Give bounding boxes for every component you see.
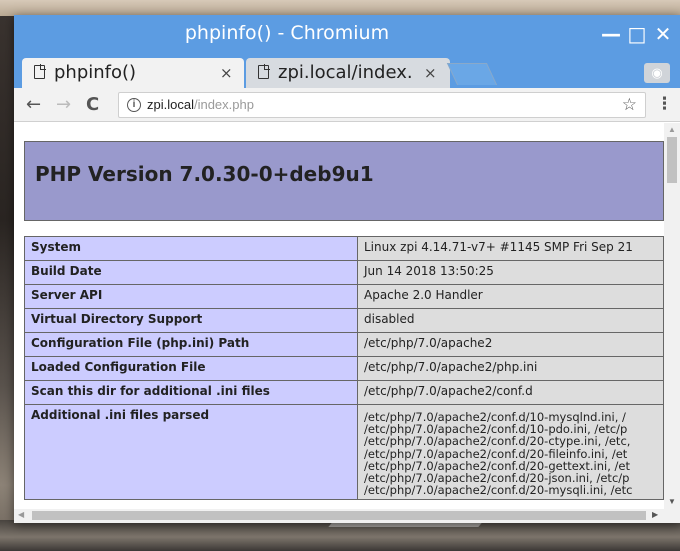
row-value: disabled xyxy=(357,308,664,333)
row-value: Jun 14 2018 13:50:25 xyxy=(357,260,664,285)
scroll-up-arrow-icon[interactable]: ▲ xyxy=(668,125,676,134)
row-value: /etc/php/7.0/apache2/conf.d xyxy=(357,380,664,405)
row-value: /etc/php/7.0/apache2/php.ini xyxy=(357,356,664,381)
table-row: Server API Apache 2.0 Handler xyxy=(24,284,664,309)
tab-label: phpinfo() xyxy=(54,62,137,83)
row-value: Apache 2.0 Handler xyxy=(357,284,664,309)
row-key: System xyxy=(24,236,358,261)
ini-file-line: /etc/php/7.0/apache2/conf.d/20-mysqli.in… xyxy=(364,483,633,498)
browser-toolbar: ← → C i zpi.local/index.php ☆ ⋮ xyxy=(14,88,680,122)
row-value: /etc/php/7.0/apache2/conf.d/10-mysqlnd.i… xyxy=(357,403,664,501)
tab-close-button[interactable]: × xyxy=(424,64,437,82)
close-window-button[interactable]: ✕ xyxy=(650,21,676,47)
desktop-wallpaper-top xyxy=(0,0,680,16)
vertical-scroll-thumb[interactable] xyxy=(667,137,677,183)
row-key: Scan this dir for additional .ini files xyxy=(24,380,358,405)
php-version-header: PHP Version 7.0.30-0+deb9u1 xyxy=(24,141,664,221)
url-text: zpi.local/index.php xyxy=(147,97,254,112)
row-key: Additional .ini files parsed xyxy=(24,403,358,501)
url-path: /index.php xyxy=(193,97,254,112)
table-row: Build Date Jun 14 2018 13:50:25 xyxy=(24,260,664,285)
table-row: Configuration File (php.ini) Path/etc/ph… xyxy=(24,332,664,357)
row-key: Virtual Directory Support xyxy=(24,308,358,333)
tab-strip: phpinfo() × zpi.local/index. × ◉ xyxy=(14,55,680,88)
horizontal-scroll-thumb[interactable] xyxy=(32,511,646,520)
forward-button[interactable]: → xyxy=(56,94,71,115)
horizontal-scrollbar[interactable]: ◀ ▶ xyxy=(14,509,680,523)
page-title: PHP Version 7.0.30-0+deb9u1 xyxy=(35,162,374,186)
row-value: /etc/php/7.0/apache2 xyxy=(357,332,664,357)
scroll-right-arrow-icon[interactable]: ▶ xyxy=(652,510,658,519)
scroll-left-arrow-icon[interactable]: ◀ xyxy=(18,510,24,519)
tab-label: zpi.local/index. xyxy=(278,62,413,83)
row-key: Loaded Configuration File xyxy=(24,356,358,381)
address-bar[interactable]: i zpi.local/index.php ☆ xyxy=(118,92,646,118)
tab-phpinfo[interactable]: phpinfo() × xyxy=(22,58,244,88)
title-bar[interactable]: phpinfo() - Chromium — □ ✕ xyxy=(14,15,680,55)
ini-file-line: /etc/php/7.0/apache2/conf.d/20-fileinfo.… xyxy=(364,446,628,461)
profile-icon[interactable]: ◉ xyxy=(644,63,670,83)
bookmark-star-icon[interactable]: ☆ xyxy=(622,95,637,115)
tab-zpi-local[interactable]: zpi.local/index. × xyxy=(246,58,450,88)
minimize-button[interactable]: — xyxy=(598,21,624,47)
back-button[interactable]: ← xyxy=(26,94,41,115)
row-key: Server API xyxy=(24,284,358,309)
table-row: Additional .ini files parsed/etc/php/7.0… xyxy=(24,403,664,501)
url-host: zpi.local xyxy=(147,97,194,112)
page-icon xyxy=(258,64,270,79)
new-tab-button[interactable] xyxy=(446,63,498,85)
maximize-button[interactable]: □ xyxy=(624,21,650,47)
window-title: phpinfo() - Chromium xyxy=(184,22,390,44)
row-value: Linux zpi 4.14.71-v7+ #1145 SMP Fri Sep … xyxy=(357,236,664,261)
browser-window: phpinfo() - Chromium — □ ✕ phpinfo() × z… xyxy=(14,15,680,523)
table-row: Loaded Configuration File/etc/php/7.0/ap… xyxy=(24,356,664,381)
ini-file-line: /etc/php/7.0/apache2/conf.d/20-ctype.ini… xyxy=(364,434,631,449)
desktop-road-stripe xyxy=(328,523,482,527)
scroll-down-arrow-icon[interactable]: ▼ xyxy=(668,497,676,506)
row-key: Build Date xyxy=(24,260,358,285)
table-row: Virtual Directory Support disabled xyxy=(24,308,664,333)
reload-button[interactable]: C xyxy=(86,94,99,115)
table-row: System Linux zpi 4.14.71-v7+ #1145 SMP Fr… xyxy=(24,236,664,261)
row-key: Configuration File (php.ini) Path xyxy=(24,332,358,357)
menu-dots-icon[interactable]: ⋮ xyxy=(656,94,673,114)
info-icon[interactable]: i xyxy=(127,98,141,112)
table-row: Scan this dir for additional .ini files /… xyxy=(24,380,664,405)
tab-close-button[interactable]: × xyxy=(220,64,233,82)
page-icon xyxy=(34,64,46,79)
page-viewport[interactable]: PHP Version 7.0.30-0+deb9u1 System Linux … xyxy=(14,123,664,509)
vertical-scrollbar[interactable]: ▲ ▼ xyxy=(664,123,680,509)
phpinfo-table: System Linux zpi 4.14.71-v7+ #1145 SMP Fr… xyxy=(24,236,664,501)
